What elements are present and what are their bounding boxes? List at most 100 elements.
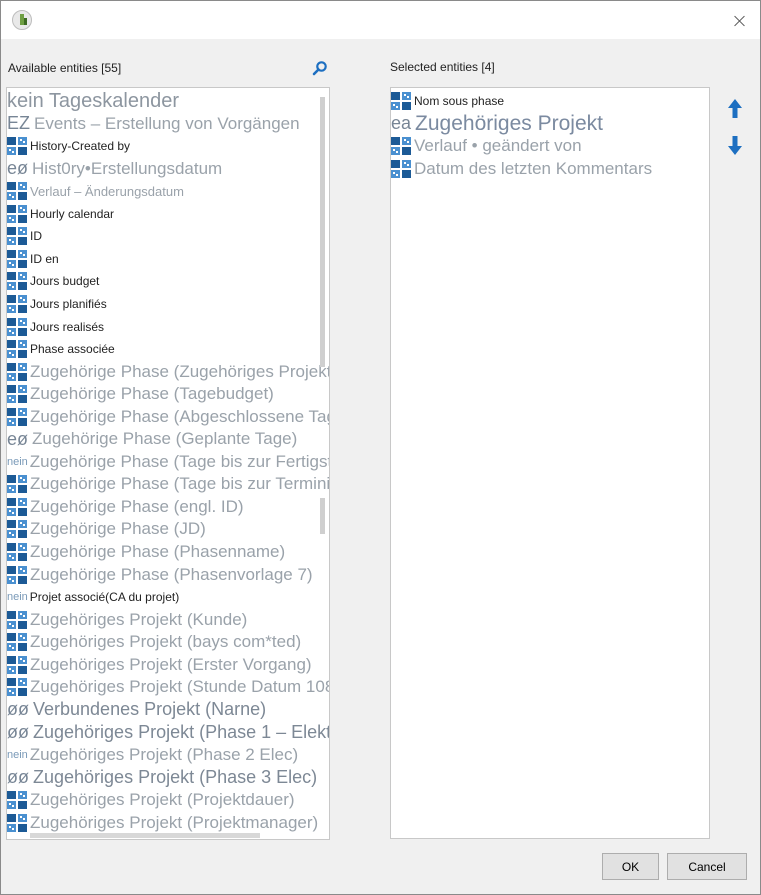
- item-label: ID en: [30, 251, 59, 266]
- item-label: Zugehöriges Projekt (Phase 1 – Elektrote…: [33, 721, 330, 742]
- item-label: Zugehöriges Projekt (Projektmanager): [30, 812, 319, 832]
- entity-grid-icon: [7, 362, 27, 381]
- item-label: Zugehörige Phase (Tagebudget): [30, 384, 274, 404]
- entity-grid-icon: [7, 137, 27, 156]
- item-label: ID: [30, 229, 42, 244]
- available-entity-item[interactable]: Jours planifiés: [7, 293, 107, 315]
- entity-grid-icon: [7, 227, 27, 246]
- available-entity-item[interactable]: Zugehöriges Projekt (Projektdauer): [7, 789, 295, 811]
- available-entity-item[interactable]: nein Zugehöriges Projekt (Phase 2 Elec): [7, 744, 298, 766]
- item-prefix: eø: [7, 428, 29, 449]
- item-label: Hourly calendar: [30, 206, 115, 221]
- available-entity-item[interactable]: Verlauf – Änderungsdatum: [7, 180, 184, 202]
- entity-grid-icon: [391, 159, 411, 178]
- vertical-scrollbar-segment[interactable]: [320, 498, 325, 534]
- entity-grid-icon: [7, 610, 27, 629]
- available-entity-item[interactable]: Zugehöriges Projekt (Stunde Datum 108): [7, 676, 330, 698]
- selected-entity-item[interactable]: ea Zugehöriges Projekt: [391, 111, 603, 135]
- available-entity-item[interactable]: eø Zugehörige Phase (Geplante Tage): [7, 428, 297, 450]
- available-entities-list[interactable]: kein Tageskalender EZ Events – Erstellung …: [6, 87, 330, 840]
- entity-grid-icon: [7, 565, 27, 584]
- available-entity-item[interactable]: Jours budget: [7, 270, 99, 292]
- available-entity-item[interactable]: Zugehörige Phase (Phasenname): [7, 541, 285, 563]
- search-icon[interactable]: [312, 60, 328, 76]
- available-entity-item[interactable]: ID: [7, 225, 42, 247]
- down-arrow-icon[interactable]: [727, 134, 743, 156]
- entity-grid-icon: [7, 678, 27, 697]
- item-prefix: øø: [7, 699, 29, 720]
- entity-grid-icon: [7, 543, 27, 561]
- up-arrow-icon[interactable]: [727, 98, 743, 120]
- item-label: Jours budget: [30, 274, 100, 289]
- selected-entity-item[interactable]: Verlauf • geändert von: [391, 135, 582, 157]
- item-label: Zugehöriges Projekt (bays com*ted): [30, 632, 302, 652]
- available-entity-item[interactable]: Zugehörige Phase (Phasenvorlage 7): [7, 564, 313, 586]
- item-label: Jours realisés: [30, 319, 105, 334]
- item-label: Verbundenes Projekt (Narne): [33, 699, 267, 720]
- entity-grid-icon: [7, 385, 27, 404]
- available-entities-label: Available entities [55]: [8, 61, 122, 75]
- item-label: Events – Erstellung von Vorgängen: [34, 113, 300, 133]
- item-label: Zugehörige Phase (Phasenname): [30, 542, 286, 561]
- available-entity-item[interactable]: nein Projet associé(CA du projet): [7, 586, 179, 608]
- title-bar: [1, 1, 760, 39]
- available-entity-item[interactable]: øø Zugehöriges Projekt (Phase 3 Elec): [7, 767, 317, 789]
- item-label: Zugehöriges Projekt (Stunde Datum 108): [30, 677, 330, 697]
- horizontal-scrollbar-thumb[interactable]: [30, 833, 260, 838]
- ok-button[interactable]: OK: [602, 853, 659, 880]
- entity-grid-icon: [7, 340, 27, 359]
- item-label: Jours planifiés: [30, 296, 107, 311]
- item-label: Zugehöriges Projekt (Erster Vorgang): [30, 654, 312, 674]
- available-entity-item[interactable]: Zugehöriges Projekt (Kunde): [7, 609, 247, 631]
- available-entity-item[interactable]: Zugehöriges Projekt (Projektmanager): [7, 812, 318, 834]
- available-entity-item[interactable]: kein Tageskalender: [7, 90, 179, 112]
- entity-grid-icon: [7, 520, 27, 539]
- available-entity-item[interactable]: nein Zugehörige Phase (Tage bis zur Ferti…: [7, 451, 329, 473]
- close-icon[interactable]: [728, 10, 752, 32]
- selected-entities-list[interactable]: Nom sous phase ea Zugehöriges Projekt Verla…: [390, 87, 710, 839]
- item-label: Zugehöriges Projekt (Phase 2 Elec): [29, 744, 299, 764]
- entity-grid-icon: [7, 407, 27, 426]
- entity-grid-icon: [7, 182, 27, 201]
- available-entity-item[interactable]: øøZugehöriges Projekt (Phase 1 – Elektro…: [7, 721, 330, 743]
- entity-grid-icon: [7, 204, 27, 223]
- item-label: Verlauf – Änderungsdatum: [30, 183, 184, 199]
- entity-grid-icon: [7, 633, 27, 652]
- selected-entity-item[interactable]: Nom sous phase: [391, 90, 504, 112]
- available-entity-item[interactable]: Zugehöriges Projekt (Erster Vorgang): [7, 654, 312, 676]
- available-entity-item[interactable]: Zugehörige Phase (Tage bis zur Terminier…: [7, 473, 329, 495]
- available-entity-item[interactable]: Zugehörige Phase (engl. ID): [7, 496, 244, 518]
- entity-grid-icon: [7, 317, 27, 336]
- item-prefix-badge: nein: [7, 591, 28, 604]
- entity-grid-icon: [7, 475, 27, 494]
- item-label: Zugehöriges Projekt (Kunde): [30, 609, 248, 629]
- item-prefix: eø: [7, 158, 29, 179]
- available-entity-item[interactable]: Zugehöriges Projekt (bays com*ted): [7, 631, 301, 653]
- available-entity-item[interactable]: Zugehörige Phase (Zugehöriges Projekt): [7, 361, 329, 383]
- available-entity-item[interactable]: EZ Events – Erstellung von Vorgängen: [7, 113, 300, 135]
- item-label: History-Created by: [30, 139, 131, 154]
- available-entity-item[interactable]: Phase associée: [7, 338, 115, 360]
- cancel-button[interactable]: Cancel: [667, 853, 747, 880]
- entity-grid-icon: [7, 791, 27, 810]
- available-entity-item[interactable]: øø Verbundenes Projekt (Narne): [7, 699, 266, 721]
- item-label: Hist0ry•Erstellungsdatum: [32, 158, 223, 178]
- available-entity-item[interactable]: Hourly calendar: [7, 203, 114, 225]
- available-entity-item[interactable]: eø Hist0ry•Erstellungsdatum: [7, 158, 222, 180]
- item-label: Zugehöriges Projekt (Phase 3 Elec): [33, 767, 318, 787]
- available-entity-item[interactable]: History-Created by: [7, 135, 130, 157]
- item-label: Zugehörige Phase (Tage bis zur Fertigste…: [29, 451, 329, 471]
- available-entity-item[interactable]: ID en: [7, 248, 59, 270]
- selected-entities-label: Selected entities [4]: [390, 60, 495, 74]
- item-label: Zugehöriges Projekt: [415, 111, 603, 135]
- item-label: Datum des letzten Kommentars: [414, 158, 653, 178]
- available-entity-item[interactable]: Jours realisés: [7, 316, 104, 338]
- available-entity-item[interactable]: Zugehörige Phase (Tagebudget): [7, 383, 274, 405]
- available-entity-item[interactable]: Zugehörige Phase (JD): [7, 518, 206, 540]
- item-label: Zugehörige Phase (Abgeschlossene Tage): [30, 406, 330, 426]
- selected-entity-item[interactable]: Datum des letzten Kommentars: [391, 158, 652, 180]
- item-prefix-badge: nein: [7, 455, 28, 468]
- available-entity-item[interactable]: Zugehörige Phase (Abgeschlossene Tage): [7, 406, 330, 428]
- vertical-scrollbar-thumb[interactable]: [320, 97, 325, 367]
- item-prefix: øø: [7, 721, 29, 742]
